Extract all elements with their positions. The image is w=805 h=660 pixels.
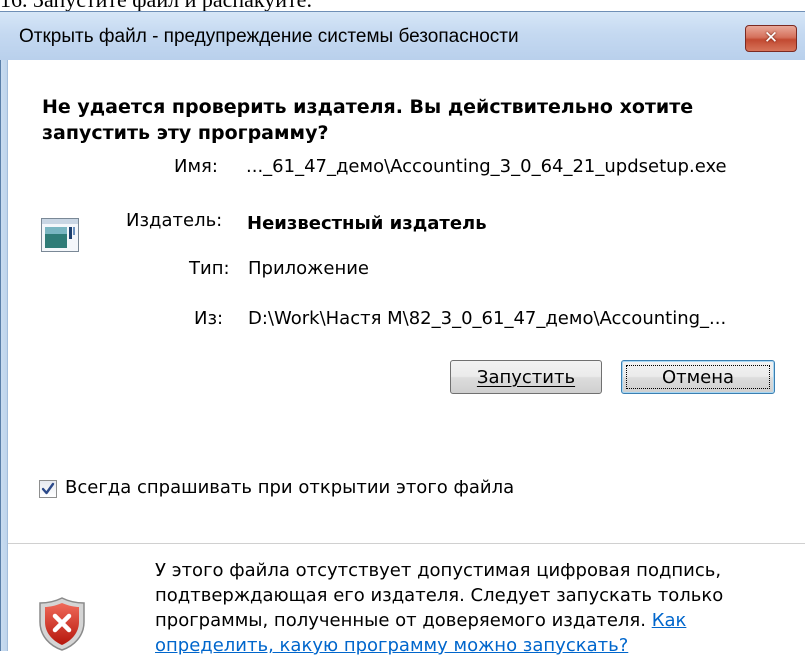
run-button[interactable]: Запустить xyxy=(450,360,602,394)
type-value: Приложение xyxy=(248,258,370,279)
title-bar[interactable]: Открыть файл - предупреждение системы бе… xyxy=(0,11,805,60)
type-label: Тип: xyxy=(189,258,230,279)
close-icon: ✕ xyxy=(763,28,779,48)
always-ask-label[interactable]: Всегда спрашивать при открытии этого фай… xyxy=(65,477,514,498)
from-label: Из: xyxy=(194,308,224,329)
dialog-heading: Не удается проверить издателя. Вы действ… xyxy=(42,96,694,144)
warning-message: У этого файла отсутствует допустимая циф… xyxy=(155,558,795,658)
from-value: D:\Work\Настя М\82_3_0_61_47_демо\Accoun… xyxy=(248,308,727,329)
name-label: Имя: xyxy=(174,156,218,177)
close-button[interactable]: ✕ xyxy=(745,25,797,52)
security-shield-error-icon xyxy=(39,597,85,651)
focus-rectangle xyxy=(626,365,770,389)
dialog-title: Открыть файл - предупреждение системы бе… xyxy=(19,26,519,47)
always-ask-checkbox[interactable] xyxy=(39,480,57,498)
cancel-button[interactable]: Отмена xyxy=(621,360,775,394)
run-button-label: Запустить xyxy=(476,366,576,388)
application-window-icon xyxy=(41,218,79,252)
name-value: ..._61_47_демо\Accounting_3_0_64_21_upds… xyxy=(246,156,727,177)
checkmark-icon xyxy=(41,482,55,495)
publisher-value: Неизвестный издатель xyxy=(247,213,487,234)
warning-text: У этого файла отсутствует допустимая циф… xyxy=(155,560,724,631)
publisher-label: Издатель: xyxy=(126,210,223,231)
section-divider xyxy=(8,543,805,544)
security-warning-dialog: Открыть файл - предупреждение системы бе… xyxy=(0,11,805,660)
window-frame-left xyxy=(0,11,8,651)
